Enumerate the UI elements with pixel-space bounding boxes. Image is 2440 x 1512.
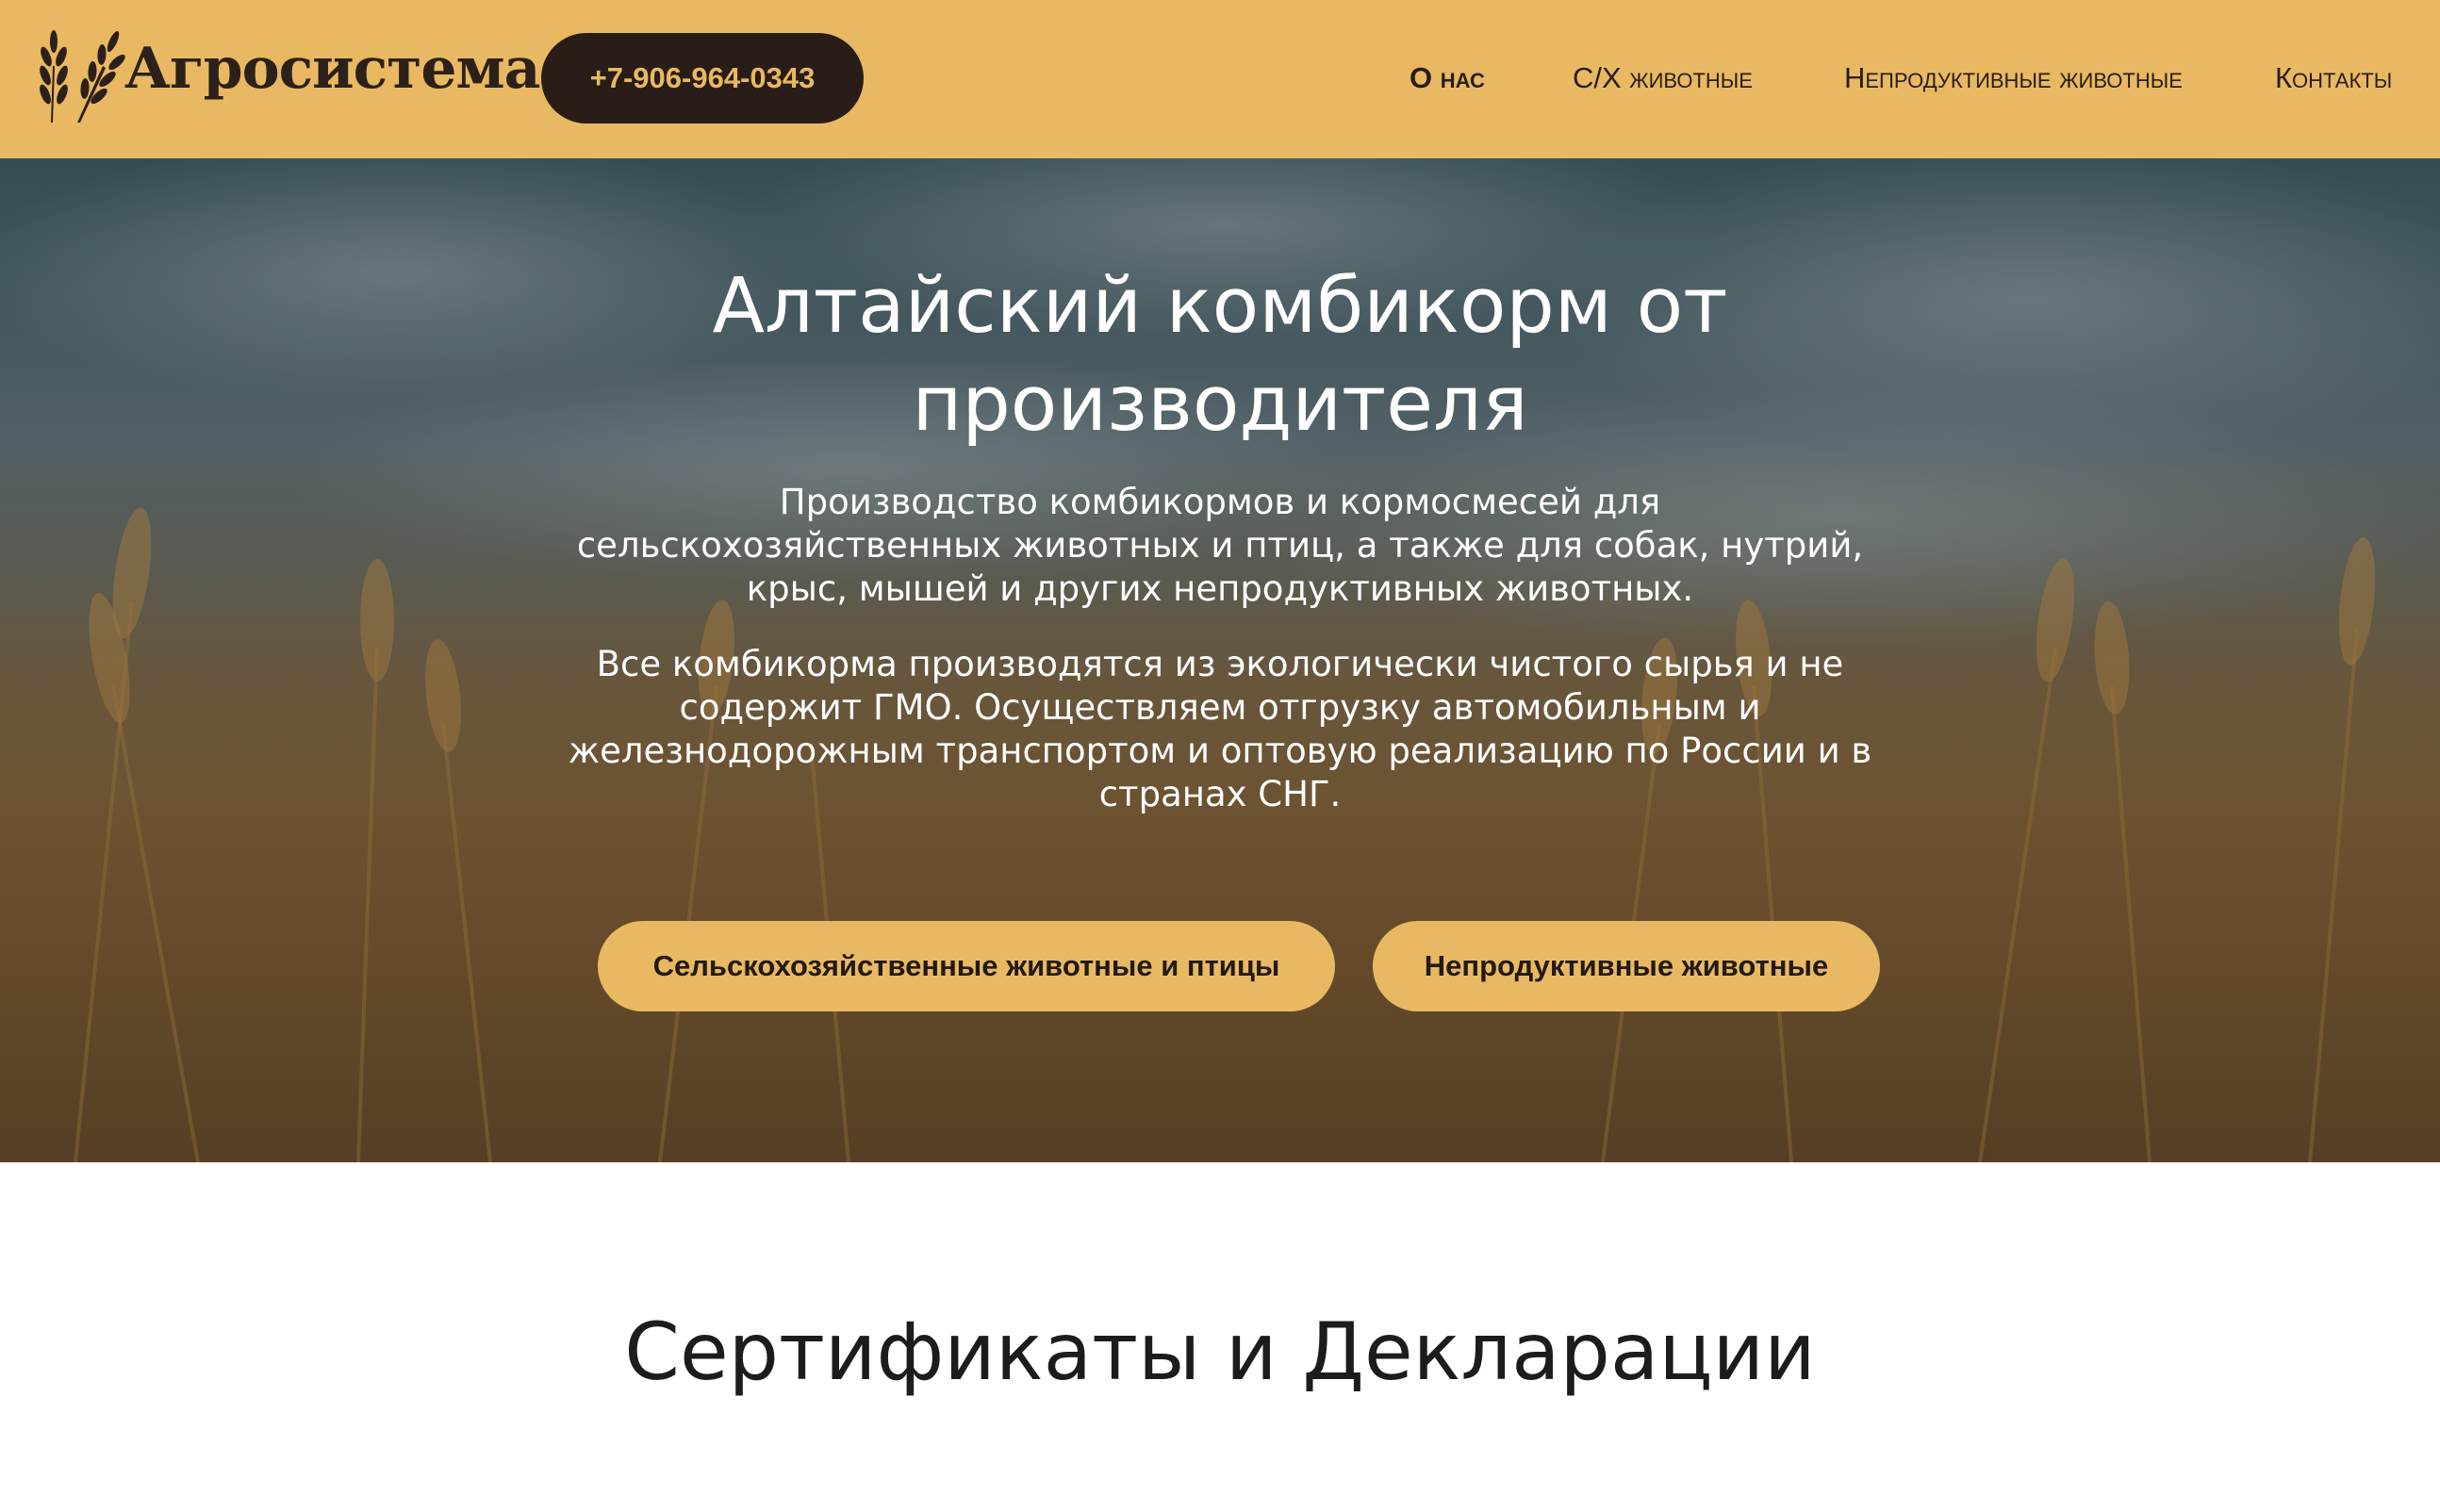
hero-details-line: Все комбикорма производятся из экологиче… [596,644,1844,684]
pets-button[interactable]: Непродуктивные животные [1373,921,1880,1011]
site-header: Агросистема +7-906-964-0343 О нас С/Х жи… [0,0,2440,158]
hero-description-line: Производство комбикормов и кормосмесей д… [779,482,1661,522]
hero-details-line: содержит ГМО. Осуществляем отгрузку авто… [679,687,1761,728]
nav-item-farm-animals[interactable]: С/Х животные [1573,59,1753,97]
logo-text: Агросистема [124,36,541,102]
wheat-icon [40,30,125,123]
hero-description-line: сельскохозяйственных животных и птиц, а … [576,525,1864,566]
hero-title-line: Алтайский комбикорм от [712,262,1728,351]
hero-description-line: крыс, мышей и других непродуктивных живо… [746,568,1694,609]
hero-title: Алтайский комбикорм от производителя [0,257,2440,453]
nav-item-pets[interactable]: Непродуктивные животные [1844,59,2183,97]
hero-details-line: странах СНГ. [1098,774,1342,814]
hero-description: Производство комбикормов и кормосмесей д… [541,481,1899,611]
hero-details-line: железнодорожным транспортом и оптовую ре… [568,731,1872,771]
nav-item-contacts[interactable]: Контакты [2275,59,2392,97]
farm-animals-button[interactable]: Сельскохозяйственные животные и птицы [598,921,1335,1011]
hero-details: Все комбикорма производятся из экологиче… [541,643,1899,816]
nav-item-about[interactable]: О нас [1410,59,1485,97]
hero-section: Алтайский комбикорм от производителя Про… [0,158,2440,1162]
certificates-title: Сертификаты и Декларации [624,1306,1816,1398]
hero-title-line: производителя [912,360,1528,449]
phone-button[interactable]: +7-906-964-0343 [541,33,864,123]
